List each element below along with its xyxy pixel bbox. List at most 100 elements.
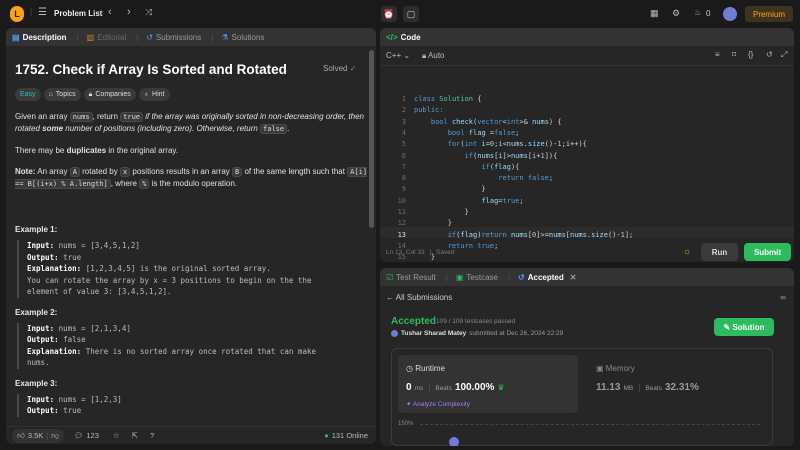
tab-description[interactable]: ▤ Description <box>12 33 67 42</box>
tab-test-result[interactable]: ☑ Test Result <box>386 273 436 282</box>
examples: Example 1: Input: nums = [3,4,5,1,2] Out… <box>15 219 370 427</box>
code-line[interactable]: bool flag =false; <box>414 128 520 139</box>
timer-icon[interactable]: ⏰ <box>381 6 397 22</box>
tab-submissions[interactable]: ↺ Submissions <box>146 33 201 42</box>
problem-title: 1752. Check if Array Is Sorted and Rotat… <box>15 62 287 77</box>
problem-list-link[interactable]: Problem List <box>54 9 102 18</box>
link-icon[interactable]: ∞ <box>780 293 786 302</box>
companies-chip[interactable]: 🔒︎ Companies <box>83 88 136 101</box>
prev-problem-icon[interactable]: ‹ <box>108 6 112 18</box>
format-icon[interactable]: ≡ <box>715 50 720 59</box>
code-line[interactable]: public: <box>414 105 444 116</box>
line-number: 8 <box>401 174 406 183</box>
star-icon[interactable]: ☆ <box>113 431 120 440</box>
code-line[interactable]: for(int i=0;i<nums.size()-1;i++){ <box>414 139 587 150</box>
next-problem-icon[interactable]: › <box>127 6 131 18</box>
reset-icon[interactable]: ↺ <box>766 50 773 59</box>
runtime-card[interactable]: ◷ Runtime 0 ms | Beats 100.00% ♛ ✦ Analy… <box>398 355 578 413</box>
code-toolbar: C++ ⌄ 🔒︎ Auto ≡ ⌑ {} ↺ ⤢ <box>380 46 794 66</box>
result-panel: ☑ Test Result | ▣ Testcase | ↺ Accepted ✕ ← … <box>380 268 794 446</box>
tag-row: Easy ⌂ Topics 🔒︎ Companies ♁ Hint <box>15 88 173 101</box>
memory-card[interactable]: ▣ Memory 11.13 MB | Beats 32.31% <box>588 355 768 413</box>
submit-button[interactable]: Submit <box>744 243 791 261</box>
avatar[interactable] <box>723 7 737 21</box>
hint-chip[interactable]: ♁ Hint <box>138 88 170 101</box>
thumbs-down-icon[interactable]: 👎︎ <box>51 431 59 441</box>
divider: | <box>211 32 214 42</box>
code-line[interactable]: if(flag){ <box>414 162 519 173</box>
user-marker-icon <box>449 437 459 446</box>
memory-value: 11.13 <box>596 382 621 393</box>
line-number: 10 <box>397 196 406 205</box>
code-icon: </> <box>386 32 398 42</box>
scrollbar[interactable] <box>369 50 374 228</box>
example-2-title: Example 2: <box>15 307 58 317</box>
leetcode-logo[interactable]: L <box>10 6 24 22</box>
example-1-title: Example 1: <box>15 225 58 234</box>
line-number: 12 <box>397 219 406 228</box>
trophy-icon: ♛ <box>497 383 505 392</box>
comments-button[interactable]: 💬︎ 123 <box>74 431 99 440</box>
list-icon[interactable]: ☰ <box>38 7 47 18</box>
document-icon: ▤ <box>12 32 20 42</box>
like-button[interactable]: 👍︎ 3.5K | 👎︎ <box>12 428 64 443</box>
code-line[interactable]: } <box>414 218 452 229</box>
solution-button[interactable]: ✎ Solution <box>714 318 774 336</box>
fullscreen-icon[interactable]: ⤢ <box>781 50 787 60</box>
settings-icon[interactable]: ⚙ <box>672 8 680 19</box>
bulb-icon: ♁ <box>143 91 150 98</box>
code-line[interactable]: if(flag)return nums[0]>=nums[nums.size()… <box>414 230 634 241</box>
topics-chip[interactable]: ⌂ Topics <box>43 88 81 101</box>
tab-editorial[interactable]: ▥ Editorial <box>87 33 126 42</box>
code-line[interactable]: flag=true; <box>414 196 523 207</box>
online-dot-icon: ● <box>324 431 329 440</box>
example-1: Input: nums = [3,4,5,1,2] Output: true E… <box>17 240 370 298</box>
runtime-value: 0 <box>406 382 412 393</box>
help-icon[interactable]: ? <box>150 431 154 440</box>
line-number: 3 <box>401 117 406 126</box>
code-line[interactable]: } <box>414 184 485 195</box>
debug-icon[interactable]: ☼ <box>683 246 691 256</box>
code-panel: </> Code C++ ⌄ 🔒︎ Auto ≡ ⌑ {} ↺ ⤢ 1 class … <box>380 28 794 262</box>
language-select[interactable]: C++ ⌄ <box>386 51 410 60</box>
line-number: 5 <box>401 140 406 149</box>
check-square-icon: ☑ <box>386 272 394 282</box>
paragraph-3: Note: An array A rotated by x positions … <box>15 167 368 189</box>
tab-testcase[interactable]: ▣ Testcase <box>456 273 498 282</box>
editor-status: Ln 13, Col 33 | Saved <box>386 249 455 256</box>
share-icon[interactable]: ⇱ <box>132 431 138 440</box>
comment-icon: 💬︎ <box>73 431 84 440</box>
bottom-action-bar: 👍︎ 3.5K | 👎︎ 💬︎ 123 ☆ ⇱ ? ● 131 Online <box>6 426 376 444</box>
tab-solutions[interactable]: ⚗ Solutions <box>221 33 264 42</box>
analyze-complexity-link[interactable]: ✦ Analyze Complexity <box>406 400 470 408</box>
braces-icon[interactable]: {} <box>748 50 753 59</box>
notes-icon[interactable]: ▢ <box>403 6 419 22</box>
line-number: 2 <box>401 106 406 115</box>
code-line[interactable]: return false; <box>414 173 553 184</box>
premium-button[interactable]: Premium <box>745 6 793 22</box>
all-submissions-link[interactable]: ← All Submissions <box>386 293 452 302</box>
testcases-passed: 109 / 109 testcases passed <box>436 318 516 325</box>
code-header: </> Code <box>380 28 794 46</box>
code-line[interactable]: bool check(vector<int>& nums) { <box>414 117 562 128</box>
code-line[interactable]: if(nums[i]>nums[i+1]){ <box>414 151 558 162</box>
paragraph-2: There may be duplicates in the original … <box>15 146 179 155</box>
line-number: 1 <box>401 95 406 103</box>
divider: | <box>507 272 511 282</box>
submitter: Tushar Sharad Matey submitted at Dec 26, … <box>391 330 563 337</box>
close-icon[interactable]: ✕ <box>570 273 577 282</box>
bookmark-icon[interactable]: ⌑ <box>732 50 736 59</box>
divider: | <box>76 32 79 42</box>
code-line[interactable]: class Solution { <box>414 94 481 105</box>
auto-mode[interactable]: 🔒︎ Auto <box>422 51 445 61</box>
line-number: 9 <box>401 185 406 194</box>
shuffle-icon[interactable]: ⤨ <box>145 7 152 18</box>
tab-accepted[interactable]: ↺ Accepted ✕ <box>518 273 576 282</box>
clock-icon: ◷ <box>406 364 413 373</box>
difficulty-badge[interactable]: Easy <box>15 88 41 101</box>
chip-icon: ▣ <box>596 364 604 373</box>
code-line[interactable]: } <box>414 207 469 218</box>
layout-icon[interactable]: ▦ <box>650 8 659 19</box>
run-button[interactable]: Run <box>701 243 738 261</box>
check-circle-icon: ✓ <box>349 64 357 73</box>
